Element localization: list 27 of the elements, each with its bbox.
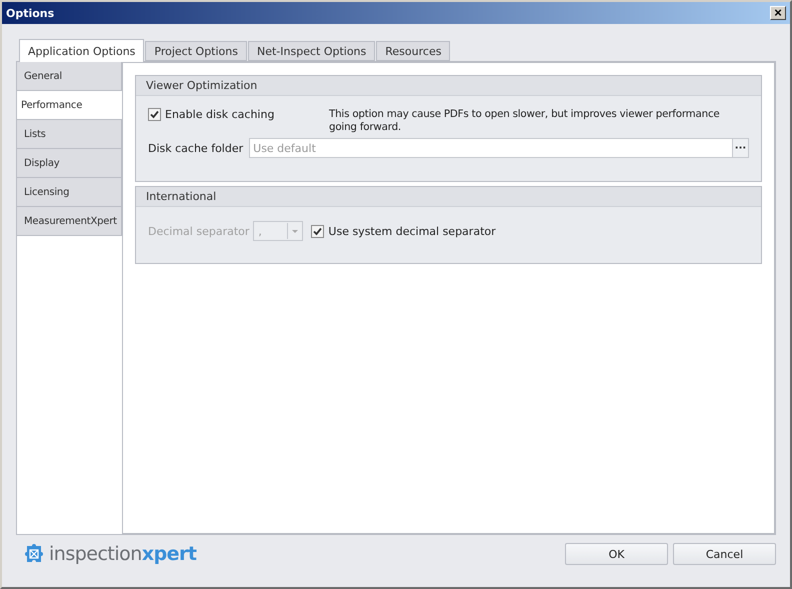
tab[interactable]: Application Options [19,39,144,62]
group-title: International [136,187,761,207]
checkmark-icon [313,226,322,236]
checkbox[interactable] [311,224,324,238]
tab[interactable]: Project Options [145,41,247,61]
close-button[interactable]: × [770,6,786,20]
checkbox[interactable] [148,108,161,121]
puzzle-logo-icon [22,543,46,565]
dialog-button[interactable]: OK [565,543,668,565]
tab[interactable]: Resources [376,41,450,61]
disk-cache-folder-field[interactable]: Use default ··· [249,138,749,158]
dialog-button[interactable]: Cancel [673,543,776,565]
field-label: Decimal separator [148,224,250,238]
note-text: This option may cause PDFs to open slower, but improves viewer performance going forward. [329,108,721,134]
browse-button[interactable]: ··· [732,139,748,157]
tab[interactable]: Net-Inspect Options [248,41,376,61]
sidebar-item[interactable]: MeasurementXpert [17,207,122,236]
sidebar-item[interactable]: Display [17,149,122,178]
field-label: Disk cache folder [148,142,244,154]
logo-text: xpert [142,543,197,565]
window-title: Options [6,6,54,20]
sidebar-item[interactable]: Licensing [17,178,122,207]
sidebar-item[interactable]: General [17,62,122,91]
group-title: Viewer Optimization [136,76,761,96]
checkmark-icon [150,110,159,119]
logo-text: inspection [49,543,142,565]
sidebar-item[interactable]: Lists [17,120,122,149]
